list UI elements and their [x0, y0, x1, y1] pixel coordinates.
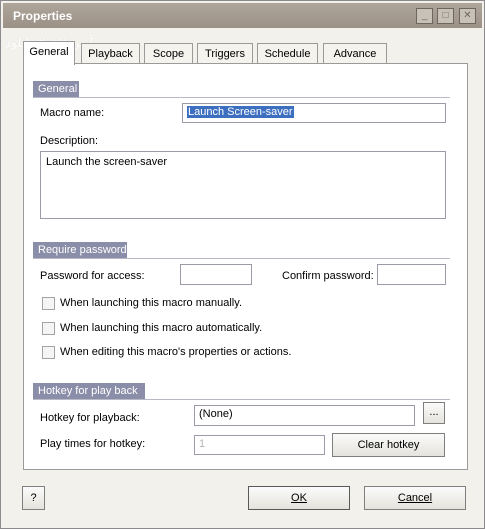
group-hotkey-label: Hotkey for play back	[33, 383, 145, 399]
editing-properties-label: When editing this macro's properties or …	[60, 346, 292, 358]
properties-window: Properties _ □ ✕ آوین ۲۰۲۲ دانلود Genera…	[0, 0, 485, 529]
description-value: Launch the screen-saver	[46, 156, 168, 168]
tab-schedule[interactable]: Schedule	[257, 43, 318, 64]
tab-playback[interactable]: Playback	[81, 43, 140, 64]
minimize-button[interactable]: _	[416, 8, 433, 24]
confirm-password-input[interactable]	[377, 264, 446, 285]
confirm-password-label: Confirm password:	[282, 270, 374, 282]
play-times-input[interactable]: 1	[194, 435, 325, 455]
group-general-label: General	[33, 81, 79, 97]
title-bar: Properties _ □ ✕	[3, 3, 482, 28]
group-divider	[33, 258, 450, 259]
macro-name-label: Macro name:	[40, 107, 105, 119]
launch-manually-label: When launching this macro manually.	[60, 297, 242, 309]
group-divider	[33, 399, 450, 400]
launch-manually-checkbox[interactable]	[42, 297, 55, 310]
tab-general[interactable]: General	[23, 41, 75, 65]
tab-triggers[interactable]: Triggers	[197, 43, 253, 64]
hotkey-browse-button[interactable]: ...	[423, 402, 445, 424]
hotkey-input[interactable]: (None)	[194, 405, 415, 426]
macro-name-input[interactable]: Launch Screen-saver	[182, 103, 446, 123]
macro-name-value: Launch Screen-saver	[187, 106, 294, 118]
clear-hotkey-button[interactable]: Clear hotkey	[332, 433, 445, 457]
help-button[interactable]: ?	[22, 486, 45, 510]
description-label: Description:	[40, 135, 99, 147]
cancel-button[interactable]: Cancel	[364, 486, 466, 510]
play-times-label: Play times for hotkey:	[40, 438, 146, 450]
tab-advance[interactable]: Advance	[323, 43, 387, 64]
close-button[interactable]: ✕	[459, 8, 476, 24]
group-password-label: Require password	[33, 242, 127, 258]
description-textarea[interactable]: Launch the screen-saver	[40, 151, 446, 219]
password-access-label: Password for access:	[40, 270, 145, 282]
window-title: Properties	[13, 9, 73, 23]
launch-automatically-checkbox[interactable]	[42, 322, 55, 335]
tab-scope[interactable]: Scope	[144, 43, 193, 64]
group-divider	[33, 97, 450, 98]
password-access-input[interactable]	[180, 264, 252, 285]
maximize-button[interactable]: □	[437, 8, 454, 24]
hotkey-playback-label: Hotkey for playback:	[40, 412, 140, 424]
ok-button[interactable]: OK	[248, 486, 350, 510]
launch-automatically-label: When launching this macro automatically.	[60, 322, 263, 334]
editing-properties-checkbox[interactable]	[42, 346, 55, 359]
